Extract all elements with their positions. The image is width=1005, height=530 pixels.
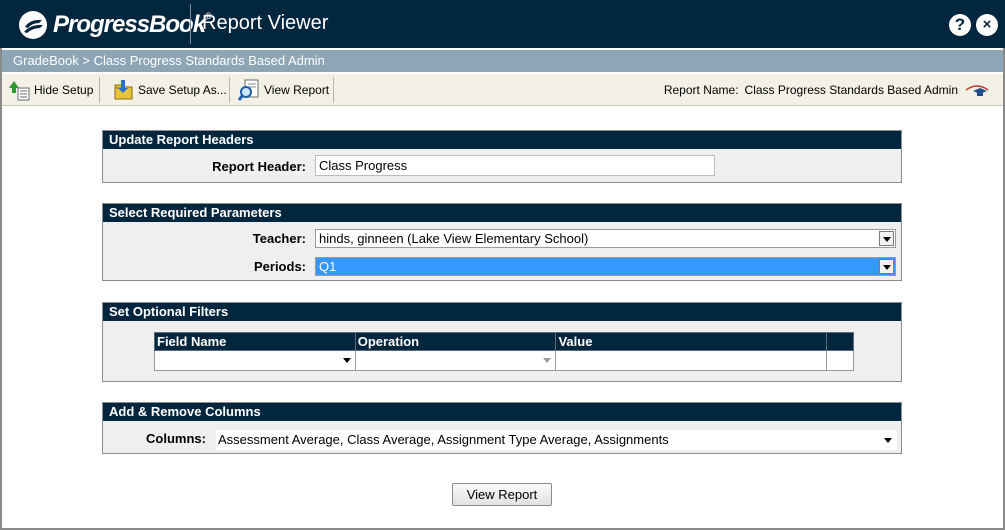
field-name-select[interactable] <box>154 350 356 371</box>
operation-select <box>354 350 557 371</box>
required-parameters-section: Select Required Parameters Teacher: hind… <box>102 203 902 281</box>
save-setup-label: Save Setup As... <box>138 83 227 97</box>
report-header-input[interactable]: Class Progress <box>315 155 715 176</box>
view-report-toolbar-label: View Report <box>264 83 330 97</box>
periods-label: Periods: <box>253 259 306 274</box>
value-header: Value <box>555 332 828 351</box>
teacher-select[interactable]: hinds, ginneen (Lake View Elementary Sch… <box>315 229 896 248</box>
toolbar-separator <box>333 77 334 103</box>
teacher-select-value: hinds, ginneen (Lake View Elementary Sch… <box>319 231 589 246</box>
breadcrumb: GradeBook > Class Progress Standards Bas… <box>2 50 1003 72</box>
chevron-down-icon[interactable] <box>342 358 351 363</box>
graduation-cap-icon <box>965 85 989 96</box>
toolbar: Hide Setup Save Setup As... View Report … <box>2 74 1003 106</box>
field-name-header: Field Name <box>154 332 356 351</box>
chevron-down-icon[interactable] <box>879 231 894 246</box>
optional-filters-section: Set Optional Filters Field Name Operatio… <box>102 302 902 382</box>
filters-header-row: Field Name Operation Value <box>154 332 854 351</box>
progressbook-logo: ProgressBook® <box>18 9 212 41</box>
hide-setup-button[interactable]: Hide Setup <box>8 76 93 104</box>
magnifier-report-icon <box>238 79 259 101</box>
report-header-label: Report Header: <box>212 159 306 174</box>
page-title: Report Viewer <box>202 12 329 34</box>
view-report-toolbar-button[interactable]: View Report <box>238 76 329 104</box>
filters-table: Field Name Operation Value <box>154 332 854 371</box>
columns-section: Add & Remove Columns Columns: Assessment… <box>102 402 902 454</box>
report-headers-title: Update Report Headers <box>103 131 901 149</box>
help-icon[interactable]: ? <box>949 14 971 36</box>
chevron-down-icon[interactable] <box>879 259 894 274</box>
toolbar-separator <box>229 77 230 103</box>
report-name-label: Report Name: <box>663 83 739 97</box>
actions-header <box>826 332 854 351</box>
table-row <box>154 350 854 371</box>
view-report-button[interactable]: View Report <box>452 483 552 506</box>
value-input[interactable] <box>555 350 828 371</box>
columns-label: Columns: <box>146 431 206 446</box>
report-name-value: Class Progress Standards Based Admin <box>744 83 958 97</box>
operation-header: Operation <box>354 332 557 351</box>
optional-filters-title: Set Optional Filters <box>103 303 901 321</box>
columns-title: Add & Remove Columns <box>103 403 901 421</box>
report-headers-section: Update Report Headers Report Header: Cla… <box>102 130 902 183</box>
chevron-down-icon[interactable] <box>884 438 892 443</box>
periods-select-value: Q1 <box>319 259 337 274</box>
toolbar-separator <box>99 77 100 103</box>
report-name: Report Name: Class Progress Standards Bas… <box>664 83 958 97</box>
hide-setup-icon <box>9 81 30 101</box>
close-icon[interactable]: × <box>976 14 998 36</box>
save-setup-icon <box>114 80 133 100</box>
logo-icon <box>19 11 47 39</box>
hide-setup-label: Hide Setup <box>34 83 94 97</box>
columns-select[interactable]: Assessment Average, Class Average, Assig… <box>216 430 897 450</box>
required-parameters-title: Select Required Parameters <box>103 204 901 222</box>
title-bar: ProgressBook® Report Viewer ? × <box>0 0 1005 48</box>
periods-select[interactable]: Q1 <box>315 257 896 276</box>
columns-select-value: Assessment Average, Class Average, Assig… <box>218 432 669 447</box>
title-divider <box>190 4 191 44</box>
row-action-cell <box>826 350 854 371</box>
logo-text: ProgressBook® <box>53 11 212 38</box>
chevron-down-icon <box>543 358 552 363</box>
save-setup-button[interactable]: Save Setup As... <box>112 76 227 104</box>
teacher-label: Teacher: <box>252 231 306 246</box>
